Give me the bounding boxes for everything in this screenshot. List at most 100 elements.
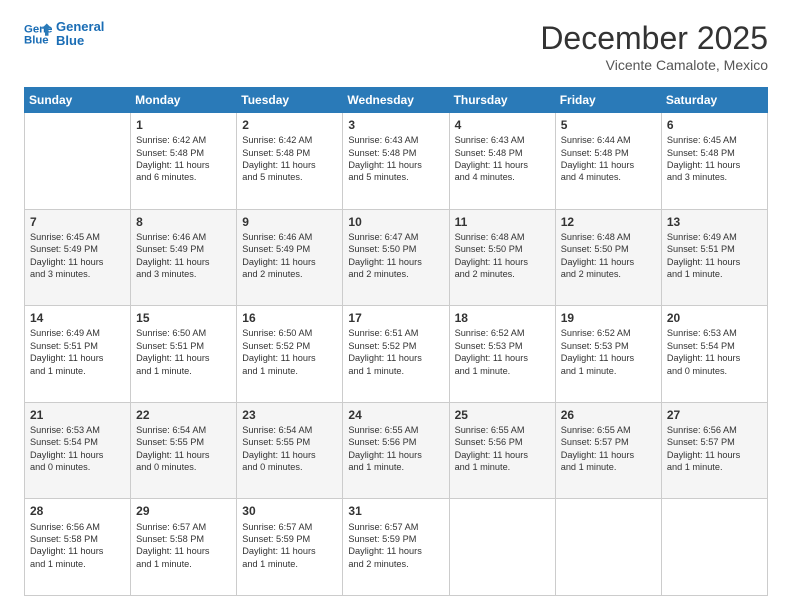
calendar-cell: 14Sunrise: 6:49 AM Sunset: 5:51 PM Dayli… <box>25 306 131 403</box>
day-number: 22 <box>136 407 231 423</box>
header-day: Friday <box>555 88 661 113</box>
day-number: 19 <box>561 310 656 326</box>
day-info: Sunrise: 6:54 AM Sunset: 5:55 PM Dayligh… <box>242 424 337 474</box>
day-info: Sunrise: 6:57 AM Sunset: 5:59 PM Dayligh… <box>242 521 337 571</box>
day-info: Sunrise: 6:50 AM Sunset: 5:52 PM Dayligh… <box>242 327 337 377</box>
page: General Blue General Blue December 2025 … <box>0 0 792 612</box>
calendar-cell: 4Sunrise: 6:43 AM Sunset: 5:48 PM Daylig… <box>449 113 555 210</box>
day-number: 20 <box>667 310 762 326</box>
day-info: Sunrise: 6:52 AM Sunset: 5:53 PM Dayligh… <box>561 327 656 377</box>
calendar-cell: 22Sunrise: 6:54 AM Sunset: 5:55 PM Dayli… <box>131 402 237 499</box>
calendar-cell: 10Sunrise: 6:47 AM Sunset: 5:50 PM Dayli… <box>343 209 449 306</box>
subtitle: Vicente Camalote, Mexico <box>540 57 768 73</box>
day-info: Sunrise: 6:55 AM Sunset: 5:56 PM Dayligh… <box>455 424 550 474</box>
header-day: Tuesday <box>237 88 343 113</box>
calendar-cell: 7Sunrise: 6:45 AM Sunset: 5:49 PM Daylig… <box>25 209 131 306</box>
calendar-cell: 28 Sunrise: 6:56 AM Sunset: 5:58 PM Dayli… <box>25 499 131 596</box>
day-info: Sunrise: 6:45 AM Sunset: 5:49 PM Dayligh… <box>30 231 125 281</box>
calendar-cell: 31 Sunrise: 6:57 AM Sunset: 5:59 PM Dayli… <box>343 499 449 596</box>
day-number: 9 <box>242 214 337 230</box>
day-info: Sunrise: 6:43 AM Sunset: 5:48 PM Dayligh… <box>348 134 443 184</box>
calendar-cell: 1Sunrise: 6:42 AM Sunset: 5:48 PM Daylig… <box>131 113 237 210</box>
calendar-cell <box>661 499 767 596</box>
day-number: 15 <box>136 310 231 326</box>
day-number: 18 <box>455 310 550 326</box>
day-number: 13 <box>667 214 762 230</box>
day-number: 1 <box>136 117 231 133</box>
day-number: 24 <box>348 407 443 423</box>
calendar-cell: 19Sunrise: 6:52 AM Sunset: 5:53 PM Dayli… <box>555 306 661 403</box>
calendar-cell: 12Sunrise: 6:48 AM Sunset: 5:50 PM Dayli… <box>555 209 661 306</box>
calendar-cell: 17Sunrise: 6:51 AM Sunset: 5:52 PM Dayli… <box>343 306 449 403</box>
day-info: Sunrise: 6:49 AM Sunset: 5:51 PM Dayligh… <box>667 231 762 281</box>
calendar-cell <box>25 113 131 210</box>
day-number: 29 <box>136 503 231 519</box>
calendar-cell: 26Sunrise: 6:55 AM Sunset: 5:57 PM Dayli… <box>555 402 661 499</box>
calendar-week: 28 Sunrise: 6:56 AM Sunset: 5:58 PM Dayli… <box>25 499 768 596</box>
calendar-cell: 15Sunrise: 6:50 AM Sunset: 5:51 PM Dayli… <box>131 306 237 403</box>
day-info: Sunrise: 6:57 AM Sunset: 5:59 PM Dayligh… <box>348 521 443 571</box>
calendar-cell: 6Sunrise: 6:45 AM Sunset: 5:48 PM Daylig… <box>661 113 767 210</box>
day-number: 3 <box>348 117 443 133</box>
day-info: Sunrise: 6:45 AM Sunset: 5:48 PM Dayligh… <box>667 134 762 184</box>
day-info: Sunrise: 6:53 AM Sunset: 5:54 PM Dayligh… <box>667 327 762 377</box>
header-day: Thursday <box>449 88 555 113</box>
logo-line2: Blue <box>56 34 104 48</box>
day-info: Sunrise: 6:49 AM Sunset: 5:51 PM Dayligh… <box>30 327 125 377</box>
day-info: Sunrise: 6:53 AM Sunset: 5:54 PM Dayligh… <box>30 424 125 474</box>
header: General Blue General Blue December 2025 … <box>24 20 768 73</box>
day-info: Sunrise: 6:46 AM Sunset: 5:49 PM Dayligh… <box>136 231 231 281</box>
day-number: 12 <box>561 214 656 230</box>
day-number: 14 <box>30 310 125 326</box>
calendar-cell: 11Sunrise: 6:48 AM Sunset: 5:50 PM Dayli… <box>449 209 555 306</box>
header-day: Wednesday <box>343 88 449 113</box>
calendar-cell: 9Sunrise: 6:46 AM Sunset: 5:49 PM Daylig… <box>237 209 343 306</box>
day-number: 26 <box>561 407 656 423</box>
calendar-cell: 27Sunrise: 6:56 AM Sunset: 5:57 PM Dayli… <box>661 402 767 499</box>
day-number: 28 <box>30 503 125 519</box>
calendar-cell: 3Sunrise: 6:43 AM Sunset: 5:48 PM Daylig… <box>343 113 449 210</box>
calendar-cell: 24Sunrise: 6:55 AM Sunset: 5:56 PM Dayli… <box>343 402 449 499</box>
day-info: Sunrise: 6:56 AM Sunset: 5:58 PM Dayligh… <box>30 521 125 571</box>
day-number: 4 <box>455 117 550 133</box>
day-number: 6 <box>667 117 762 133</box>
day-info: Sunrise: 6:42 AM Sunset: 5:48 PM Dayligh… <box>242 134 337 184</box>
calendar-cell: 21Sunrise: 6:53 AM Sunset: 5:54 PM Dayli… <box>25 402 131 499</box>
day-number: 8 <box>136 214 231 230</box>
day-number: 23 <box>242 407 337 423</box>
calendar-cell: 16Sunrise: 6:50 AM Sunset: 5:52 PM Dayli… <box>237 306 343 403</box>
day-number: 10 <box>348 214 443 230</box>
svg-text:Blue: Blue <box>24 35 49 47</box>
day-number: 5 <box>561 117 656 133</box>
calendar-cell: 8Sunrise: 6:46 AM Sunset: 5:49 PM Daylig… <box>131 209 237 306</box>
day-info: Sunrise: 6:51 AM Sunset: 5:52 PM Dayligh… <box>348 327 443 377</box>
header-row: SundayMondayTuesdayWednesdayThursdayFrid… <box>25 88 768 113</box>
header-day: Saturday <box>661 88 767 113</box>
calendar-cell: 18Sunrise: 6:52 AM Sunset: 5:53 PM Dayli… <box>449 306 555 403</box>
calendar: SundayMondayTuesdayWednesdayThursdayFrid… <box>24 87 768 596</box>
day-number: 27 <box>667 407 762 423</box>
title-block: December 2025 Vicente Camalote, Mexico <box>540 20 768 73</box>
day-number: 21 <box>30 407 125 423</box>
day-info: Sunrise: 6:50 AM Sunset: 5:51 PM Dayligh… <box>136 327 231 377</box>
day-info: Sunrise: 6:47 AM Sunset: 5:50 PM Dayligh… <box>348 231 443 281</box>
calendar-week: 14Sunrise: 6:49 AM Sunset: 5:51 PM Dayli… <box>25 306 768 403</box>
calendar-cell: 20Sunrise: 6:53 AM Sunset: 5:54 PM Dayli… <box>661 306 767 403</box>
day-number: 17 <box>348 310 443 326</box>
calendar-cell: 13Sunrise: 6:49 AM Sunset: 5:51 PM Dayli… <box>661 209 767 306</box>
header-day: Sunday <box>25 88 131 113</box>
day-info: Sunrise: 6:43 AM Sunset: 5:48 PM Dayligh… <box>455 134 550 184</box>
calendar-cell: 2Sunrise: 6:42 AM Sunset: 5:48 PM Daylig… <box>237 113 343 210</box>
day-number: 31 <box>348 503 443 519</box>
day-number: 11 <box>455 214 550 230</box>
header-day: Monday <box>131 88 237 113</box>
day-info: Sunrise: 6:44 AM Sunset: 5:48 PM Dayligh… <box>561 134 656 184</box>
day-info: Sunrise: 6:48 AM Sunset: 5:50 PM Dayligh… <box>561 231 656 281</box>
day-info: Sunrise: 6:52 AM Sunset: 5:53 PM Dayligh… <box>455 327 550 377</box>
day-number: 30 <box>242 503 337 519</box>
calendar-cell: 29Sunrise: 6:57 AM Sunset: 5:58 PM Dayli… <box>131 499 237 596</box>
day-info: Sunrise: 6:46 AM Sunset: 5:49 PM Dayligh… <box>242 231 337 281</box>
day-info: Sunrise: 6:56 AM Sunset: 5:57 PM Dayligh… <box>667 424 762 474</box>
calendar-week: 1 Sunrise: 6:42 AM Sunset: 5:48 PM Daylig… <box>25 113 768 210</box>
calendar-cell: 30 Sunrise: 6:57 AM Sunset: 5:59 PM Dayli… <box>237 499 343 596</box>
